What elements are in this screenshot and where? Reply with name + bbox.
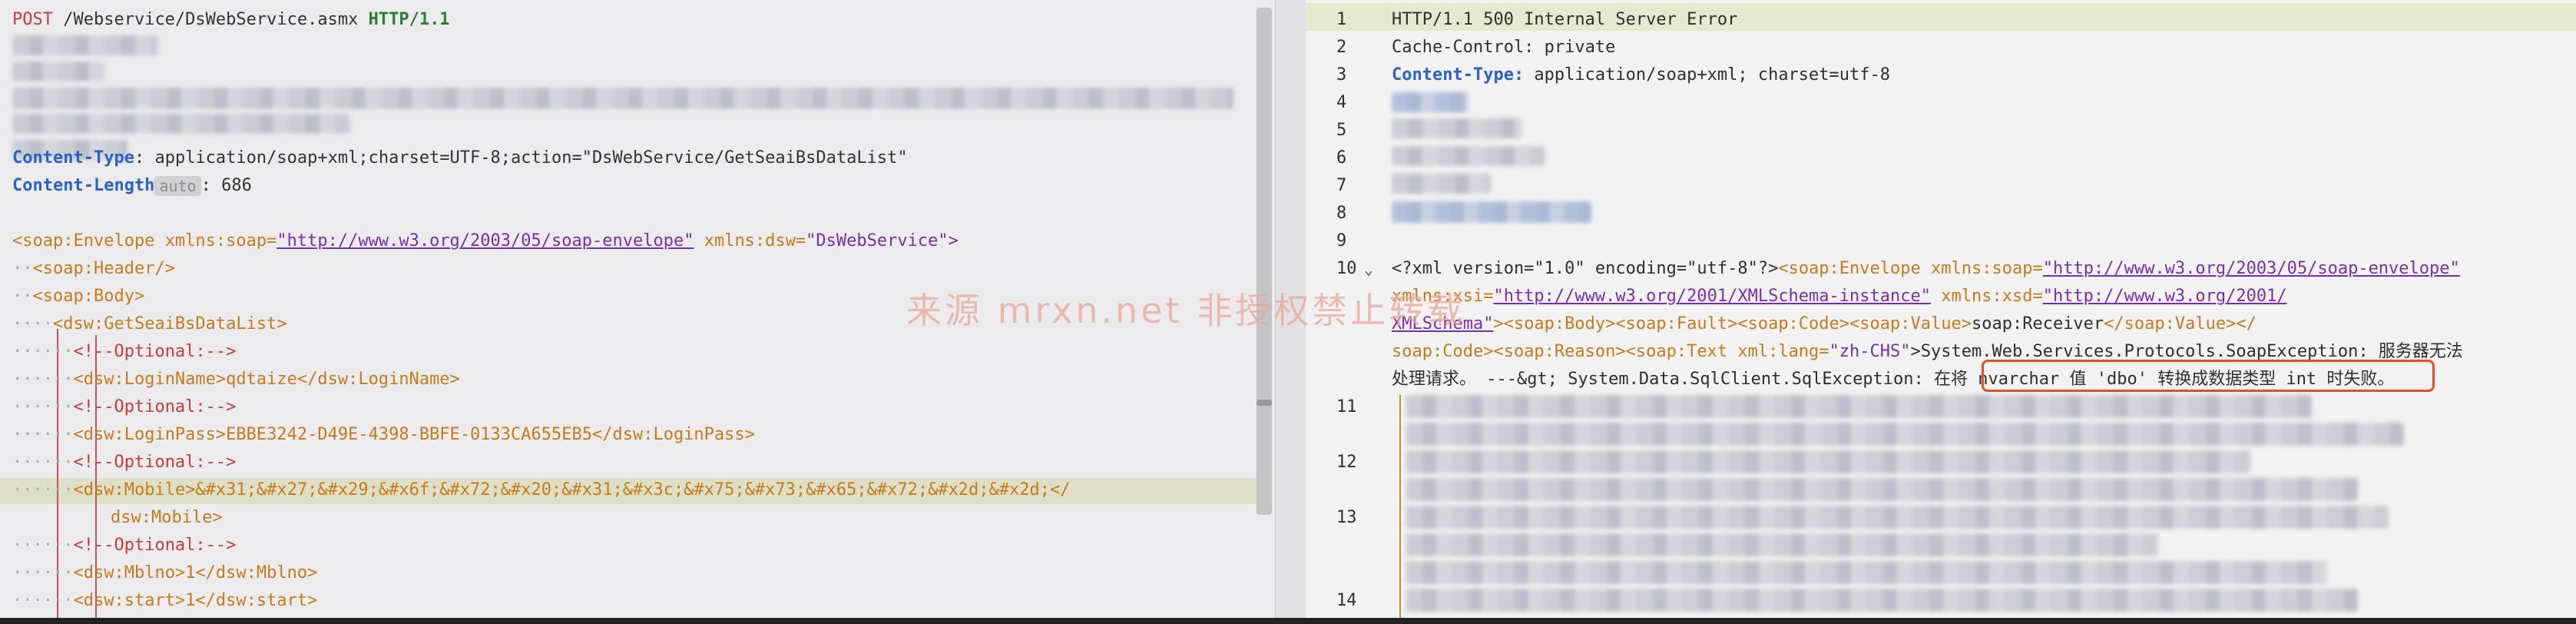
soap-namespace-link[interactable]: "http://www.w3.org/2003/05/soap-envelope…: [2043, 259, 2460, 278]
redacted-header: [12, 35, 158, 55]
line-number: 5: [1336, 121, 1347, 140]
xml-body-line: ··<soap:Body>: [12, 287, 145, 306]
redacted-body: [1406, 423, 2404, 446]
xsd-namespace-link[interactable]: "http://www.w3.org/2001/: [2043, 287, 2287, 306]
status-line: HTTP/1.1 500 Internal Server Error: [1392, 10, 1738, 29]
bottom-edge: [0, 618, 2576, 624]
line-number: 7: [1336, 176, 1347, 195]
redacted-header: [1392, 92, 1468, 112]
auto-badge[interactable]: auto: [154, 176, 201, 196]
xml-start: ······<dsw:start>1</dsw:start>: [12, 591, 318, 610]
redacted-body: [1406, 533, 2158, 556]
request-path: /Webservice/DsWebService.asmx: [63, 10, 359, 29]
http-method: POST: [12, 10, 53, 29]
line-number: 6: [1336, 148, 1347, 168]
redacted-body: [1406, 478, 2358, 501]
content-length-header: Content-Length auto: 686: [12, 176, 252, 196]
content-type-line: Content-Type: application/soap+xml; char…: [1392, 65, 1891, 85]
xml-header-line: ··<soap:Header/>: [12, 259, 175, 278]
xml-comment: ······<!--Optional:-->: [12, 397, 237, 417]
redacted-body: [1406, 589, 2358, 612]
line-number: 14: [1336, 591, 1357, 610]
redacted-body: [1406, 395, 2312, 418]
cache-control-line: Cache-Control: private: [1392, 38, 1616, 57]
http-protocol: HTTP/1.1: [368, 10, 450, 29]
xsi-namespace-link[interactable]: "http://www.w3.org/2001/XMLSchema-instan…: [1493, 287, 1931, 306]
redacted-header: [1392, 174, 1492, 194]
line-number: 2: [1336, 38, 1347, 57]
line-number: 4: [1336, 93, 1347, 112]
line-number: 11: [1336, 397, 1357, 417]
window-frame: POST /Webservice/DsWebService.asmx HTTP/…: [0, 0, 2576, 624]
response-pane[interactable]: 1 2 3 4 5 6 7 8 9 10 ⌄ 11 12 13 14 HTTP/…: [1306, 0, 2576, 624]
line-number: 9: [1336, 231, 1347, 251]
xml-mobile-payload: ······<dsw:Mobile>&#x31;&#x27;&#x29;&#x6…: [12, 480, 1071, 500]
xml-method-line: ····<dsw:GetSeaiBsDataList>: [12, 314, 287, 334]
redacted-header: [1392, 201, 1591, 223]
redacted-header: [12, 61, 104, 81]
line-number: 1: [1336, 10, 1347, 29]
content-type-header: Content-Type: application/soap+xml;chars…: [12, 148, 908, 168]
fault-line: XMLSchema"><soap:Body><soap:Fault><soap:…: [1392, 314, 2256, 334]
error-highlight-box: [1982, 360, 2435, 392]
watermark: 来源 mrxn.net 非授权禁止转载: [906, 290, 1466, 331]
xmlns-line: xmlns:xsi="http://www.w3.org/2001/XMLSch…: [1392, 287, 2287, 306]
xml-declaration-line: <?xml version="1.0" encoding="utf-8"?><s…: [1392, 259, 2460, 278]
xml-mobile-close: dsw:Mobile>: [111, 508, 223, 527]
line-number: 10: [1336, 259, 1357, 278]
line-number: 13: [1336, 508, 1357, 527]
request-line: POST /Webservice/DsWebService.asmx HTTP/…: [12, 6, 450, 34]
indent-guide: [1399, 395, 1401, 624]
xml-envelope-line: <soap:Envelope xmlns:soap="http://www.w3…: [12, 231, 959, 251]
redacted-header: [1392, 118, 1522, 138]
redacted-body: [1406, 506, 2389, 529]
redacted-body: [1406, 561, 2327, 584]
line-number: 3: [1336, 65, 1347, 85]
xml-comment: ······<!--Optional:-->: [12, 536, 237, 555]
xml-comment: ······<!--Optional:-->: [12, 453, 237, 472]
soap-namespace-link[interactable]: "http://www.w3.org/2003/05/soap-envelope…: [276, 231, 694, 251]
line-number: 8: [1336, 204, 1347, 223]
redacted-header: [12, 114, 350, 134]
xml-loginpass: ······<dsw:LoginPass>EBBE3242-D49E-4398-…: [12, 425, 755, 444]
line-number: 12: [1336, 453, 1357, 472]
request-scrollbar[interactable]: [1257, 8, 1272, 515]
redacted-header: [12, 88, 1233, 109]
redacted-header: [1392, 146, 1545, 166]
xml-mblno: ······<dsw:Mblno>1</dsw:Mblno>: [12, 563, 318, 583]
xml-comment: ······<!--Optional:-->: [12, 342, 237, 361]
fold-chevron-icon[interactable]: ⌄: [1364, 255, 1373, 283]
request-scroll-thumb[interactable]: [1257, 400, 1272, 406]
redacted-body: [1406, 450, 2250, 473]
xml-loginname: ······<dsw:LoginName>qdtaize</dsw:LoginN…: [12, 370, 460, 389]
